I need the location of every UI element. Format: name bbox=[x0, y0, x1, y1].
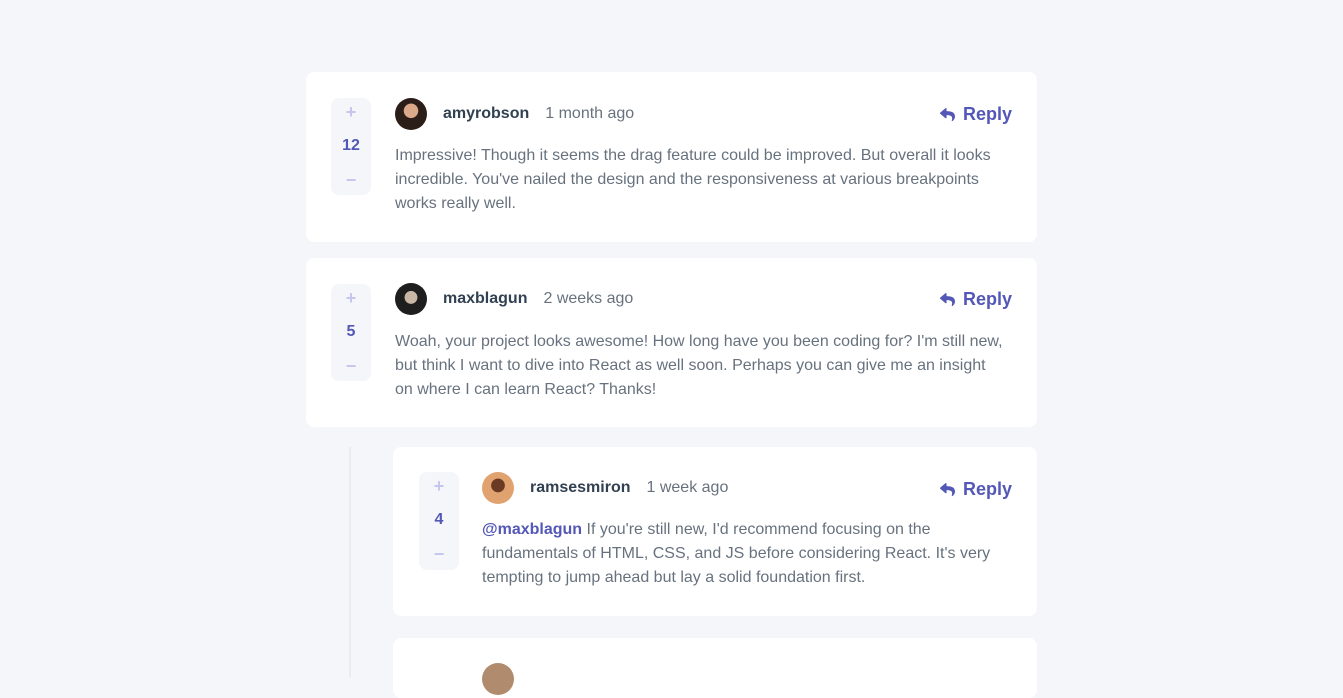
upvote-button[interactable]: + bbox=[331, 284, 371, 312]
vote-score: 5 bbox=[346, 323, 356, 340]
reply-icon bbox=[939, 107, 955, 121]
timestamp: 1 month ago bbox=[545, 105, 635, 122]
comment-card-partial bbox=[393, 638, 1037, 698]
avatar[interactable] bbox=[482, 472, 514, 504]
comment-card: + 12 − amyrobson 1 month ago Reply Impre… bbox=[306, 72, 1037, 242]
reply-icon bbox=[939, 292, 955, 306]
vote-control: + 5 − bbox=[331, 284, 371, 381]
vote-score: 4 bbox=[434, 511, 444, 528]
username[interactable]: maxblagun bbox=[443, 290, 527, 308]
reply-card: + 4 − ramsesmiron 1 week ago Reply @maxb… bbox=[393, 447, 1037, 616]
reply-button[interactable]: Reply bbox=[939, 479, 1012, 500]
username[interactable]: amyrobson bbox=[443, 105, 529, 123]
reply-button[interactable]: Reply bbox=[939, 104, 1012, 125]
reply-button[interactable]: Reply bbox=[939, 289, 1012, 310]
reply-label: Reply bbox=[962, 289, 1012, 309]
comment-text: Woah, your project looks awesome! How lo… bbox=[395, 333, 1003, 398]
vote-control: + 12 − bbox=[331, 98, 371, 195]
downvote-button[interactable]: − bbox=[419, 540, 459, 568]
reply-icon bbox=[939, 482, 955, 496]
mention-link[interactable]: @maxblagun bbox=[482, 521, 582, 538]
vote-control: + 4 − bbox=[419, 472, 459, 570]
upvote-button[interactable]: + bbox=[419, 472, 459, 500]
timestamp: 2 weeks ago bbox=[543, 290, 634, 307]
username[interactable]: ramsesmiron bbox=[530, 479, 631, 497]
comment-card: + 5 − maxblagun 2 weeks ago Reply Woah, … bbox=[306, 258, 1037, 427]
reply-label: Reply bbox=[962, 104, 1012, 124]
upvote-button[interactable]: + bbox=[331, 98, 371, 126]
vote-score: 12 bbox=[342, 137, 360, 154]
comment-header: maxblagun 2 weeks ago bbox=[395, 283, 633, 315]
downvote-button[interactable]: − bbox=[331, 352, 371, 380]
comment-text: Impressive! Though it seems the drag fea… bbox=[395, 147, 991, 212]
avatar[interactable] bbox=[395, 98, 427, 130]
comment-header: ramsesmiron 1 week ago bbox=[482, 472, 728, 504]
comment-text: @maxblagun If you're still new, I'd reco… bbox=[482, 518, 1017, 590]
reply-thread-line bbox=[349, 447, 351, 677]
timestamp: 1 week ago bbox=[646, 479, 729, 496]
downvote-button[interactable]: − bbox=[331, 166, 371, 194]
avatar[interactable] bbox=[395, 283, 427, 315]
comment-header: amyrobson 1 month ago bbox=[395, 98, 634, 130]
reply-label: Reply bbox=[962, 479, 1012, 499]
